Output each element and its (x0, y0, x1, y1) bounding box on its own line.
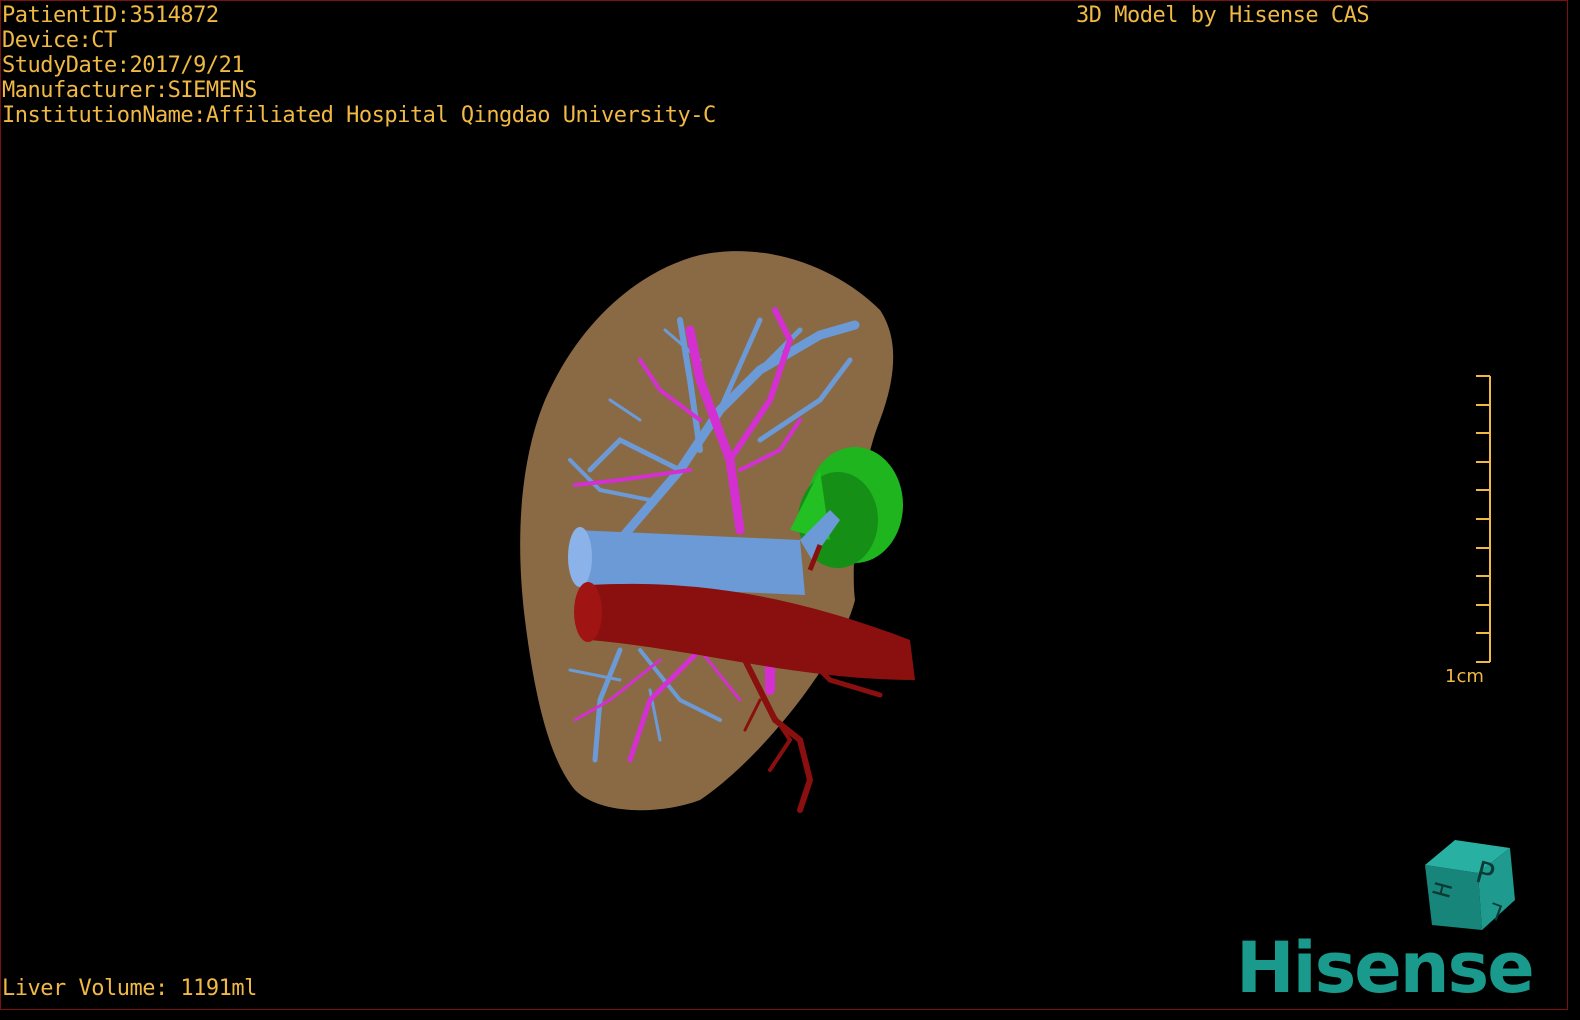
scale-bar-label: 1cm (1445, 666, 1484, 687)
orientation-cube[interactable]: P H L (1425, 840, 1515, 930)
hisense-logo: Hisense (1236, 927, 1535, 1009)
liver-model-render[interactable]: P H L (0, 0, 1580, 1020)
scale-bar (1476, 375, 1491, 663)
